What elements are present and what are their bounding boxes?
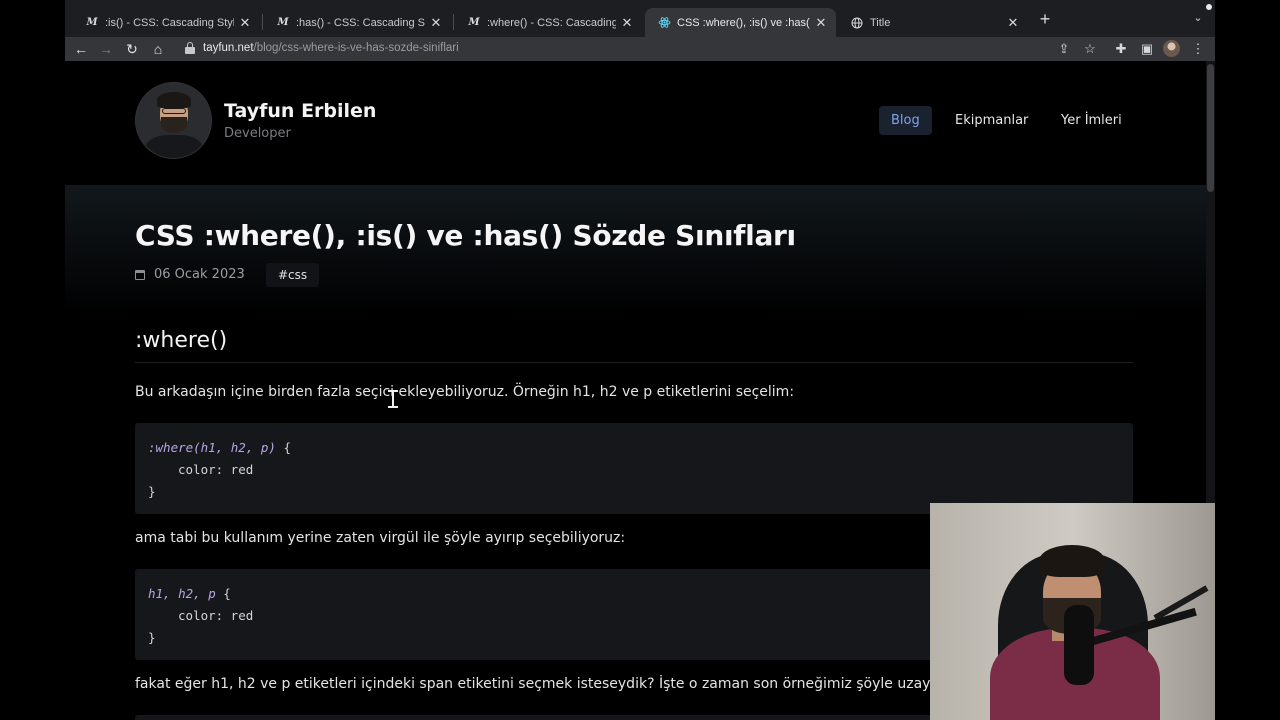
post-date: 06 Ocak 2023 xyxy=(154,267,245,282)
close-icon[interactable]: ✕ xyxy=(429,15,443,31)
post-title: CSS :where(), :is() ve :has() Sözde Sını… xyxy=(135,219,796,252)
globe-icon xyxy=(850,16,864,30)
code-selector: :where(h1, h2, p) xyxy=(148,440,276,455)
text-cursor-icon xyxy=(388,390,398,408)
browser-toolbar: ← → ↻ ⌂ tayfun.net/blog/css-where-is-ve-… xyxy=(65,37,1215,61)
close-icon[interactable]: ✕ xyxy=(1006,15,1020,31)
tab-search-chevron-icon[interactable]: ⌄ xyxy=(1190,11,1206,27)
mdn-icon: M xyxy=(468,17,480,28)
code-line: :where(h1, h2, p) { xyxy=(148,440,291,455)
tab-separator xyxy=(453,14,454,30)
url-path: /blog/css-where-is-ve-has-sozde-siniflar… xyxy=(253,42,459,54)
tab-title: :is() - CSS: Cascading Style Sh xyxy=(105,16,234,29)
share-icon[interactable]: ⇪ xyxy=(1054,39,1074,59)
post-tag[interactable]: #css xyxy=(266,263,320,287)
author-name[interactable]: Tayfun Erbilen xyxy=(224,100,376,122)
forward-arrow-icon[interactable]: → xyxy=(96,39,116,59)
scrollbar-thumb[interactable] xyxy=(1207,64,1214,192)
site-header: Tayfun Erbilen Developer Blog Ekipmanlar… xyxy=(65,61,1206,185)
mdn-icon: M xyxy=(277,17,289,28)
bookmark-star-icon[interactable]: ☆ xyxy=(1080,39,1100,59)
tab-is[interactable]: M :is() - CSS: Cascading Style Sh ✕ xyxy=(73,8,260,37)
kebab-menu-icon[interactable]: ⋮ xyxy=(1188,39,1208,59)
side-panel-icon[interactable]: ▣ xyxy=(1137,39,1157,59)
code-line: color: red xyxy=(178,462,254,477)
address-bar[interactable]: tayfun.net/blog/css-where-is-ve-has-sozd… xyxy=(173,37,1093,61)
microphone-icon xyxy=(1064,605,1094,685)
recording-indicator-icon xyxy=(1206,4,1212,10)
lock-icon[interactable] xyxy=(185,42,195,54)
screen: M :is() - CSS: Cascading Style Sh ✕ M :h… xyxy=(0,0,1280,720)
tab-title-page[interactable]: Title ✕ xyxy=(838,8,1028,37)
tab-title: Title xyxy=(870,16,891,29)
author-avatar[interactable] xyxy=(135,82,212,159)
paragraph-1: Bu arkadaşın içine birden fazla seçici e… xyxy=(135,384,795,400)
new-tab-icon[interactable]: + xyxy=(1035,10,1055,30)
tab-has[interactable]: M :has() - CSS: Cascading Style ✕ xyxy=(264,8,451,37)
webcam-overlay xyxy=(930,503,1215,720)
url-host: tayfun.net xyxy=(203,42,254,54)
url-text[interactable]: tayfun.net/blog/css-where-is-ve-has-sozd… xyxy=(203,42,459,54)
heading-divider xyxy=(135,362,1133,363)
paragraph-2: ama tabi bu kullanım yerine zaten virgül… xyxy=(135,530,626,546)
nav-ekipmanlar[interactable]: Ekipmanlar xyxy=(955,106,1028,135)
section-heading: :where() xyxy=(135,328,228,353)
home-icon[interactable]: ⌂ xyxy=(148,39,168,59)
nav-blog[interactable]: Blog xyxy=(879,106,932,135)
profile-avatar[interactable] xyxy=(1163,40,1180,57)
code-line: } xyxy=(148,484,156,499)
author-role: Developer xyxy=(224,126,291,141)
back-arrow-icon[interactable]: ← xyxy=(71,39,91,59)
tab-strip: M :is() - CSS: Cascading Style Sh ✕ M :h… xyxy=(65,0,1215,37)
close-icon[interactable]: ✕ xyxy=(238,15,252,31)
tab-title: :has() - CSS: Cascading Style xyxy=(296,16,425,29)
close-icon[interactable]: ✕ xyxy=(620,15,634,31)
code-selector: h1, h2, p xyxy=(148,586,216,601)
reload-icon[interactable]: ↻ xyxy=(122,39,142,59)
extensions-puzzle-icon[interactable]: ✚ xyxy=(1111,39,1131,59)
tab-title: CSS :where(), :is() ve :has() Sö xyxy=(677,16,810,29)
tab-active-post[interactable]: CSS :where(), :is() ve :has() Sö ✕ xyxy=(645,8,836,37)
close-icon[interactable]: ✕ xyxy=(814,15,828,31)
calendar-icon xyxy=(135,269,145,280)
tab-where[interactable]: M :where() - CSS: Cascading Styl ✕ xyxy=(455,8,642,37)
tab-title: :where() - CSS: Cascading Styl xyxy=(487,16,616,29)
code-block-1: :where(h1, h2, p) { color: red } xyxy=(135,423,1133,514)
paragraph-3: fakat eğer h1, h2 ve p etiketleri içinde… xyxy=(135,676,978,692)
post-date-row: 06 Ocak 2023 xyxy=(135,267,245,282)
nav-yer-imleri[interactable]: Yer İmleri xyxy=(1061,106,1122,135)
mdn-icon: M xyxy=(86,17,98,28)
react-icon xyxy=(657,16,671,30)
tab-separator xyxy=(262,14,263,30)
